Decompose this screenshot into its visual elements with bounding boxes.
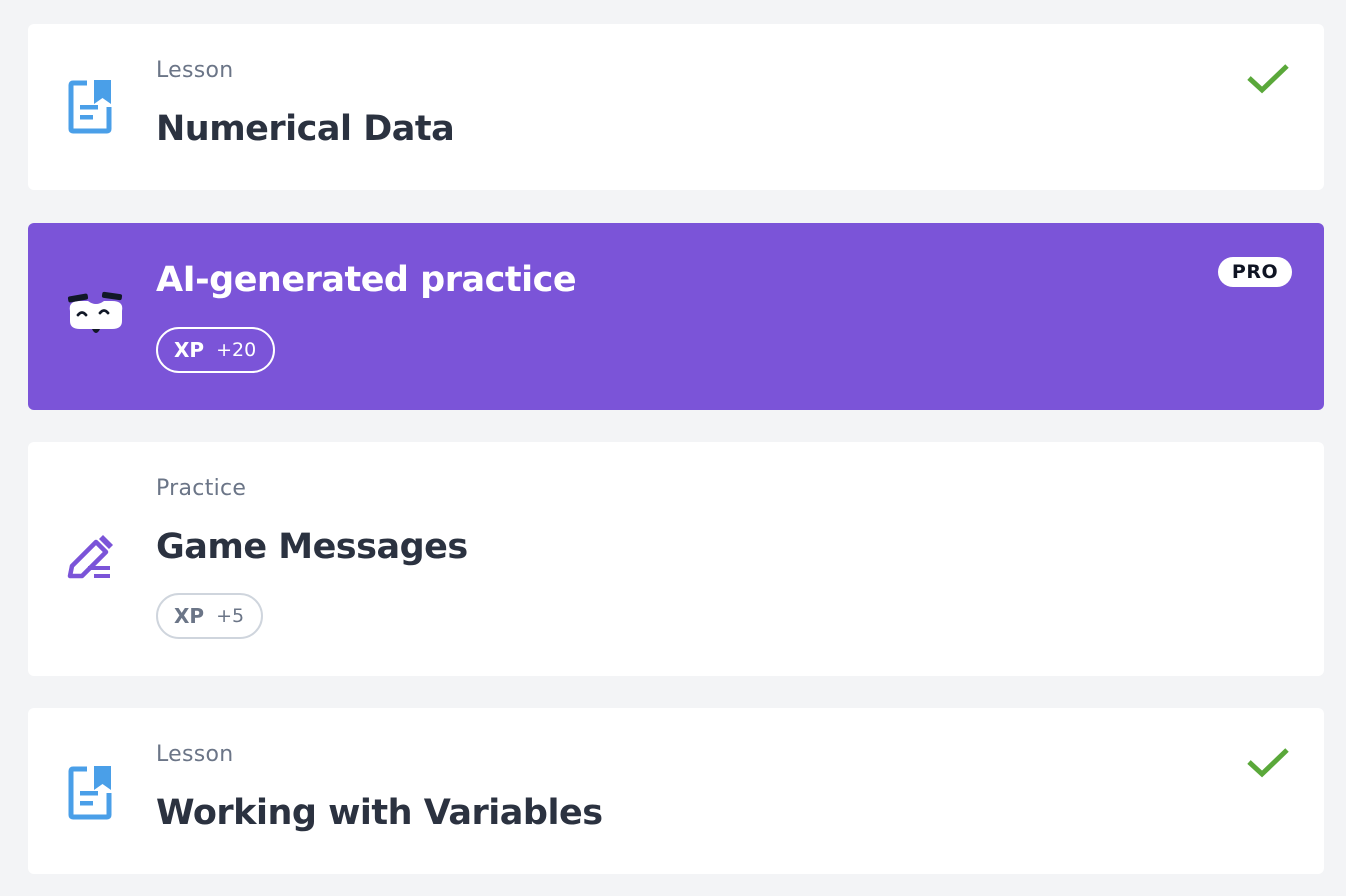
xp-label: XP	[174, 604, 205, 628]
ai-practice-card[interactable]: AI-generated practice XP +20 PRO	[28, 223, 1324, 410]
xp-badge: XP +5	[156, 593, 264, 639]
xp-label: XP	[174, 338, 205, 362]
xp-value: +20	[216, 339, 257, 361]
lesson-card-working-with-variables[interactable]: Lesson Working with Variables	[28, 708, 1324, 874]
item-type-label: Lesson	[156, 58, 234, 83]
item-type-label: Practice	[156, 476, 247, 501]
lesson-doc-icon	[68, 766, 112, 820]
mascot-icon	[67, 291, 123, 333]
item-type-label: Lesson	[156, 742, 234, 767]
xp-value: +5	[216, 605, 245, 627]
item-title: AI-generated practice	[156, 260, 577, 300]
xp-badge: XP +20	[156, 327, 276, 373]
item-title: Game Messages	[156, 527, 468, 567]
pencil-icon	[67, 535, 113, 579]
check-icon	[1247, 64, 1289, 94]
item-title: Numerical Data	[156, 109, 455, 149]
item-title: Working with Variables	[156, 793, 603, 833]
lesson-doc-icon	[68, 80, 112, 134]
check-icon	[1247, 748, 1289, 778]
pro-badge: PRO	[1218, 257, 1292, 287]
practice-card-game-messages[interactable]: Practice Game Messages XP +5	[28, 442, 1324, 676]
lesson-card-numerical-data[interactable]: Lesson Numerical Data	[28, 24, 1324, 190]
